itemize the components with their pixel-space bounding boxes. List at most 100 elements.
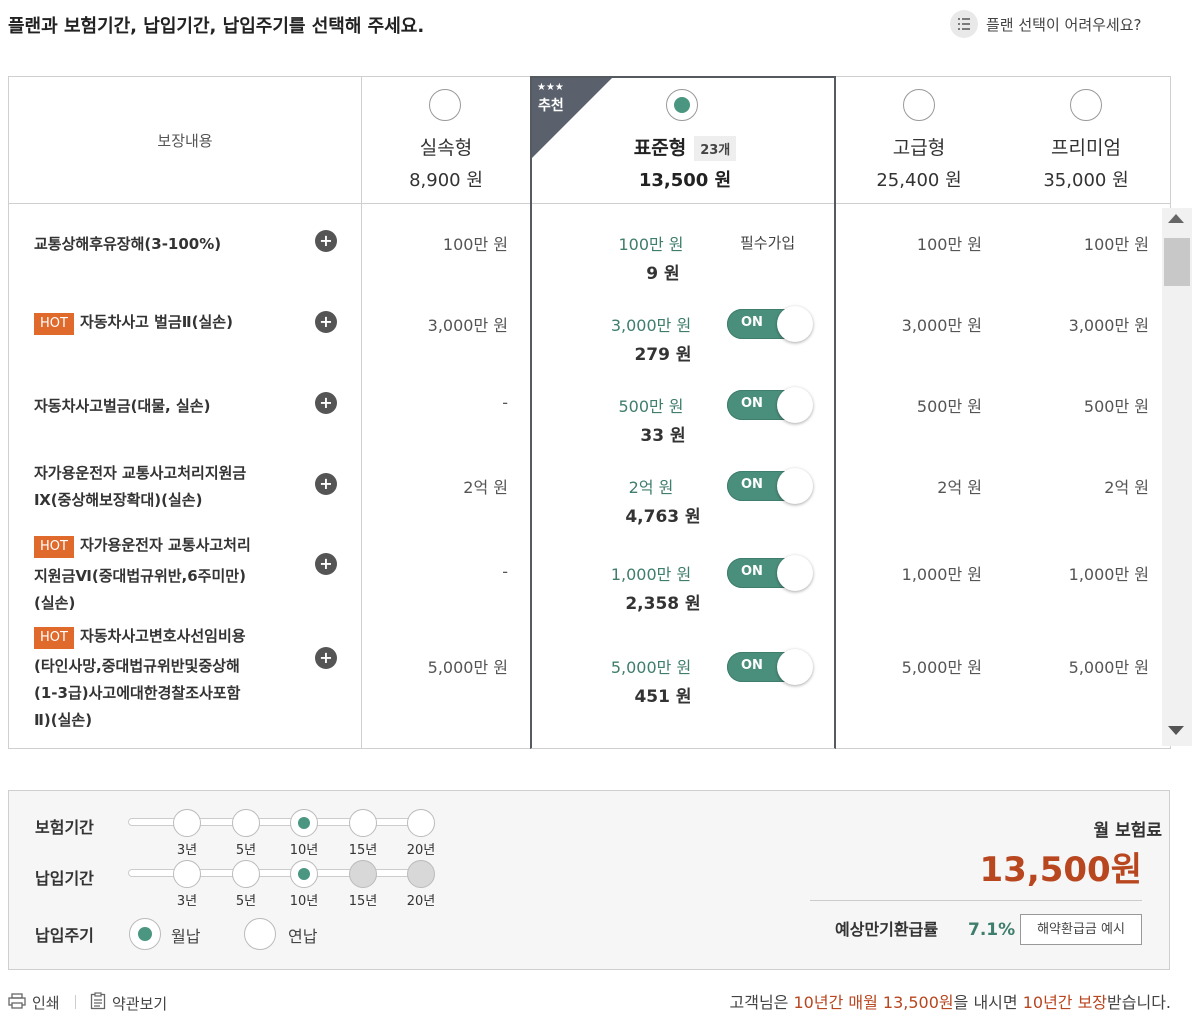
plan-help-link[interactable]: 플랜 선택이 어려우세요? xyxy=(950,10,1142,38)
footer-divider xyxy=(75,995,76,1009)
amount-basic: 100만 원 xyxy=(442,235,508,254)
plan-price-standard: 13,500 원 xyxy=(638,170,732,191)
plan-radio-premium[interactable] xyxy=(1070,89,1102,121)
payment-cycle-monthly-radio[interactable] xyxy=(129,918,161,950)
payment-cycle-yearly-radio[interactable] xyxy=(244,918,276,950)
insurance-period-step[interactable] xyxy=(290,809,318,837)
plus-icon[interactable]: + xyxy=(315,230,337,252)
insurance-period-option: 15년 xyxy=(348,843,378,858)
printer-icon xyxy=(8,992,26,1013)
coverage-name: (1-3급)사고에대한경찰조사포함 xyxy=(34,684,241,702)
print-label: 인쇄 xyxy=(32,994,60,1012)
plan-name-basic: 실속형 xyxy=(419,137,473,159)
coverage-name: Ⅱ)(실손) xyxy=(34,711,93,729)
refund-example-button[interactable]: 해약환급금 예시 xyxy=(1020,914,1142,945)
amount-premium: 100만 원 xyxy=(1083,235,1149,254)
amount-basic: 5,000만 원 xyxy=(427,658,508,677)
coverage-count-badge: 23개 xyxy=(694,136,737,161)
premium-standard: 279 원 xyxy=(634,345,692,365)
amount-advanced: 2억 원 xyxy=(937,478,982,497)
amount-basic: - xyxy=(502,393,508,412)
insurance-period-step[interactable] xyxy=(232,809,260,837)
insurance-period-step[interactable] xyxy=(407,809,435,837)
premium-standard: 33 원 xyxy=(640,426,686,446)
coverage-toggle[interactable]: ON xyxy=(727,387,813,423)
payment-period-step[interactable] xyxy=(290,860,318,888)
coverage-name: HOT 자동차사고변호사선임비용 xyxy=(34,622,246,650)
coverage-toggle[interactable]: ON xyxy=(727,649,813,685)
plus-icon[interactable]: + xyxy=(315,392,337,414)
plus-icon[interactable]: + xyxy=(315,553,337,575)
insurance-period-label: 보험기간 xyxy=(35,818,94,837)
premium-standard: 9 원 xyxy=(646,264,680,284)
premium-standard: 2,358 원 xyxy=(625,594,701,614)
payment-period-option: 20년 xyxy=(406,894,436,909)
payment-period-step xyxy=(407,860,435,888)
insurance-period-option: 20년 xyxy=(406,843,436,858)
recommend-label: 추천 xyxy=(538,98,564,114)
amount-premium: 5,000만 원 xyxy=(1068,658,1149,677)
amount-premium: 500만 원 xyxy=(1083,397,1149,416)
page-title: 플랜과 보험기간, 납입기간, 납입주기를 선택해 주세요. xyxy=(8,16,425,37)
coverage-name: HOT 자가용운전자 교통사고처리 xyxy=(34,531,251,559)
amount-advanced: 5,000만 원 xyxy=(901,658,982,677)
insurance-period-step[interactable] xyxy=(349,809,377,837)
payment-period-step[interactable] xyxy=(173,860,201,888)
plan-price-premium: 35,000 원 xyxy=(1043,170,1129,191)
terms-label: 약관보기 xyxy=(112,994,168,1013)
insurance-period-option: 10년 xyxy=(289,843,319,858)
payment-cycle-monthly-label: 월납 xyxy=(171,927,201,946)
plan-price-advanced: 25,400 원 xyxy=(876,170,962,191)
required-label: 필수가입 xyxy=(740,234,796,252)
monthly-premium-value: 13,500원 xyxy=(979,850,1142,890)
checklist-icon xyxy=(950,10,978,38)
hot-badge: HOT xyxy=(34,536,74,558)
scrollbar-thumb[interactable] xyxy=(1164,238,1190,286)
amount-standard: 500만 원 xyxy=(618,397,684,416)
amount-standard: 2억 원 xyxy=(628,478,674,497)
amount-standard: 100만 원 xyxy=(618,235,684,254)
coverage-header: 보장내용 xyxy=(157,132,213,150)
amount-basic: 3,000만 원 xyxy=(427,316,508,335)
coverage-toggle[interactable]: ON xyxy=(727,306,813,342)
plus-icon[interactable]: + xyxy=(315,473,337,495)
amount-premium: 1,000만 원 xyxy=(1068,565,1149,584)
payment-period-label: 납입기간 xyxy=(35,869,94,888)
coverage-name: 자동차사고벌금(대물, 실손) xyxy=(34,397,211,415)
print-link[interactable]: 인쇄 xyxy=(8,992,60,1013)
scroll-up-arrow-icon[interactable] xyxy=(1168,214,1184,223)
amount-advanced: 1,000만 원 xyxy=(901,565,982,584)
amount-advanced: 100만 원 xyxy=(916,235,982,254)
payment-period-option: 3년 xyxy=(176,894,198,909)
insurance-period-option: 5년 xyxy=(235,843,257,858)
coverage-name: 자가용운전자 교통사고처리지원금 xyxy=(34,464,247,482)
plan-name-premium: 프리미엄 xyxy=(1051,137,1121,159)
star-icon: ★★★ xyxy=(537,82,564,93)
coverage-name: 지원금Ⅵ(중대법규위반,6주미만) xyxy=(34,567,246,585)
plan-radio-standard[interactable] xyxy=(666,89,698,121)
scroll-down-arrow-icon[interactable] xyxy=(1168,726,1184,735)
column-divider xyxy=(361,76,362,749)
amount-standard: 1,000만 원 xyxy=(610,565,692,584)
scrollbar-track[interactable] xyxy=(1162,208,1192,746)
plus-icon[interactable]: + xyxy=(315,311,337,333)
hot-badge: HOT xyxy=(34,313,74,335)
amount-basic: - xyxy=(502,562,508,581)
coverage-name: 교통상해후유장해(3-100%) xyxy=(34,235,222,253)
payment-period-step xyxy=(349,860,377,888)
payment-period-step[interactable] xyxy=(232,860,260,888)
amount-standard: 5,000만 원 xyxy=(610,658,692,677)
coverage-name: HOT 자동차사고 벌금Ⅱ(실손) xyxy=(34,308,233,336)
coverage-name: Ⅸ(중상해보장확대)(실손) xyxy=(34,491,203,509)
coverage-toggle[interactable]: ON xyxy=(727,555,813,591)
plan-radio-advanced[interactable] xyxy=(903,89,935,121)
clipboard-icon xyxy=(90,992,106,1014)
payment-period-option: 5년 xyxy=(235,894,257,909)
plan-radio-basic[interactable] xyxy=(429,89,461,121)
terms-link[interactable]: 약관보기 xyxy=(90,992,167,1014)
plus-icon[interactable]: + xyxy=(315,647,337,669)
coverage-toggle[interactable]: ON xyxy=(727,468,813,504)
amount-advanced: 500만 원 xyxy=(916,397,982,416)
monthly-premium-label: 월 보험료 xyxy=(1093,821,1162,841)
insurance-period-step[interactable] xyxy=(173,809,201,837)
